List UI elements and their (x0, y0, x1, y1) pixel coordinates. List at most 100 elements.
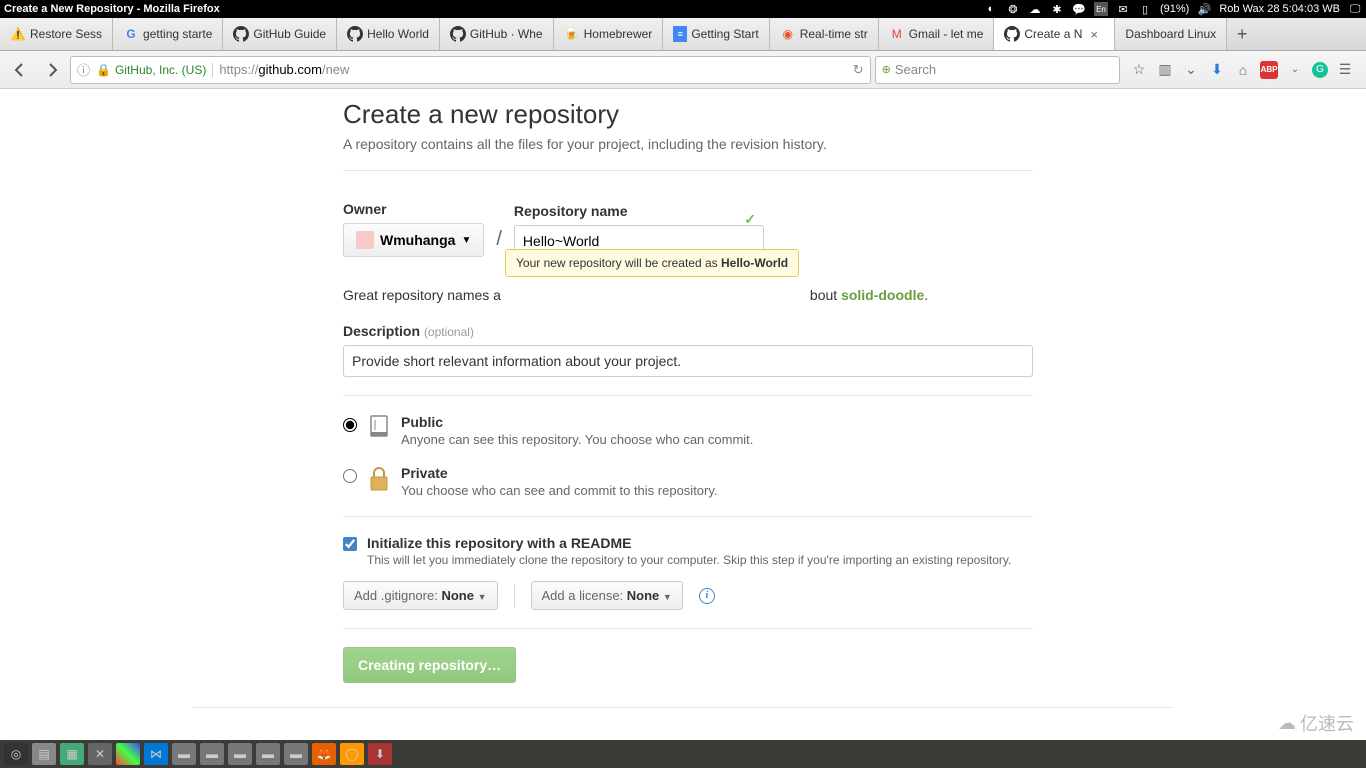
tab-realtime[interactable]: ◉Real-time str (770, 18, 879, 50)
google-icon: G (123, 26, 139, 42)
firefox-icon[interactable]: 🦊 (312, 743, 336, 765)
divider (343, 395, 1033, 396)
forward-button[interactable] (38, 56, 66, 84)
suggestion-link[interactable]: solid-doodle (841, 287, 924, 303)
tray-icon[interactable]: ☁ (1028, 2, 1042, 16)
battery-icon[interactable]: ▯ (1138, 2, 1152, 16)
adblock-icon[interactable]: ABP (1260, 61, 1278, 79)
files-icon[interactable]: ▤ (32, 743, 56, 765)
avatar (356, 231, 374, 249)
tab-restore-session[interactable]: ⚠️Restore Sess (0, 18, 113, 50)
system-menubar: Create a New Repository - Mozilla Firefo… (0, 0, 1366, 18)
create-repository-button[interactable]: Creating repository… (343, 647, 516, 683)
tab-getting-started[interactable]: Ggetting starte (113, 18, 223, 50)
dash-icon[interactable]: ◎ (4, 743, 28, 765)
grammarly-icon[interactable]: G (1312, 62, 1328, 78)
tab-hello-world[interactable]: Hello World (337, 18, 440, 50)
repo-name-tooltip: Your new repository will be created as H… (505, 249, 799, 277)
info-icon[interactable]: ⓘ (77, 60, 90, 79)
page-viewport[interactable]: Create a new repository A repository con… (0, 89, 1366, 740)
github-icon (1004, 26, 1020, 42)
lock-icon: 🔒 (96, 63, 111, 77)
gmail-icon: M (889, 26, 905, 42)
volume-icon[interactable]: 🔊 (1197, 2, 1211, 16)
vscode-icon[interactable]: ⋈ (144, 743, 168, 765)
gdoc-icon: ≡ (673, 26, 687, 42)
owner-name: Wmuhanga (380, 232, 455, 248)
visibility-private-row: Private You choose who can see and commi… (343, 465, 1033, 498)
lock-icon (367, 465, 391, 493)
site-identity[interactable]: 🔒GitHub, Inc. (US) (96, 63, 213, 77)
description-input[interactable] (343, 345, 1033, 377)
pocket-icon[interactable]: ⌄ (1182, 61, 1200, 79)
reload-icon[interactable]: ↻ (853, 62, 864, 78)
app-icon[interactable]: ◯ (340, 743, 364, 765)
tools-icon[interactable]: ✕ (88, 743, 112, 765)
public-title: Public (401, 414, 753, 430)
mail-icon[interactable]: ✉ (1116, 2, 1130, 16)
drive-icon[interactable]: ▬ (172, 743, 196, 765)
tray-icon[interactable]: ❂ (1006, 2, 1020, 16)
system-tray: ◐ ❂ ☁ ✱ 💬 En ✉ ▯ (91%) 🔊 Rob Wax 28 5:04… (984, 2, 1362, 16)
info-icon[interactable]: i (699, 588, 715, 604)
init-readme-checkbox[interactable] (343, 537, 357, 551)
library-icon[interactable]: ▥ (1156, 61, 1174, 79)
drive-icon[interactable]: ▬ (200, 743, 224, 765)
drive-icon[interactable]: ▬ (284, 743, 308, 765)
caret-down-icon: ▼ (478, 592, 487, 602)
tab-github-guide[interactable]: GitHub Guide (223, 18, 337, 50)
search-bar[interactable]: ⊕ Search (875, 56, 1120, 84)
chevron-down-icon[interactable]: ⌄ (1286, 61, 1304, 79)
page-title: Create a new repository (343, 99, 1033, 130)
tab-dashboard-linux[interactable]: Dashboard Linux (1115, 18, 1227, 50)
tab-gmail[interactable]: MGmail - let me (879, 18, 995, 50)
description-label-row: Description (optional) (343, 323, 1033, 339)
app-icon[interactable] (116, 743, 140, 765)
init-readme-row: Initialize this repository with a README… (343, 535, 1033, 567)
tray-icon[interactable]: ✱ (1050, 2, 1064, 16)
main-content: Create a new repository A repository con… (333, 89, 1033, 683)
init-readme-title: Initialize this repository with a README (367, 535, 1011, 551)
license-dropdown[interactable]: Add a license: None ▼ (531, 581, 683, 610)
cloud-icon: ☁ (1278, 713, 1296, 734)
app-icon[interactable]: ▦ (60, 743, 84, 765)
public-desc: Anyone can see this repository. You choo… (401, 432, 753, 447)
drive-icon[interactable]: ▬ (256, 743, 280, 765)
message-icon[interactable]: 💬 (1072, 2, 1086, 16)
toolbar-icons: ☆ ▥ ⌄ ⬇ ⌂ ABP ⌄ G ☰ (1124, 61, 1360, 79)
tab-getting-start[interactable]: ≡Getting Start (663, 18, 769, 50)
window-title: Create a New Repository - Mozilla Firefo… (4, 3, 984, 15)
public-radio[interactable] (343, 418, 357, 432)
owner-field: Owner Wmuhanga ▼ (343, 201, 484, 257)
tab-create-repo[interactable]: Create a N× (994, 18, 1115, 50)
divider (343, 516, 1033, 517)
bookmark-star-icon[interactable]: ☆ (1130, 61, 1148, 79)
private-title: Private (401, 465, 718, 481)
tab-homebrewer[interactable]: 🍺Homebrewer (554, 18, 664, 50)
back-button[interactable] (6, 56, 34, 84)
new-tab-button[interactable]: + (1227, 18, 1257, 50)
close-icon[interactable]: × (1090, 27, 1104, 41)
tray-icon[interactable]: ◐ (984, 2, 998, 16)
search-engine-icon[interactable]: ⊕ (882, 63, 891, 76)
keyboard-icon[interactable]: En (1094, 2, 1108, 16)
monitor-icon[interactable]: 🖵 (1348, 2, 1362, 16)
divider (514, 584, 515, 608)
private-radio[interactable] (343, 469, 357, 483)
home-icon[interactable]: ⌂ (1234, 61, 1252, 79)
downloads-icon[interactable]: ⬇ (1208, 61, 1226, 79)
taskbar: ◎ ▤ ▦ ✕ ⋈ ▬ ▬ ▬ ▬ ▬ 🦊 ◯ ⬇ (0, 740, 1366, 768)
tab-github-where[interactable]: GitHub · Whe (440, 18, 554, 50)
check-icon: ✓ (744, 211, 756, 228)
menu-icon[interactable]: ☰ (1336, 61, 1354, 79)
repo-name-label: Repository name (514, 203, 764, 219)
app-icon[interactable]: ⬇ (368, 743, 392, 765)
gitignore-dropdown[interactable]: Add .gitignore: None ▼ (343, 581, 498, 610)
drive-icon[interactable]: ▬ (228, 743, 252, 765)
owner-dropdown[interactable]: Wmuhanga ▼ (343, 223, 484, 257)
warning-icon: ⚠️ (10, 26, 26, 42)
divider (343, 628, 1033, 629)
caret-down-icon: ▼ (663, 592, 672, 602)
description-label: Description (343, 323, 420, 339)
url-bar[interactable]: ⓘ 🔒GitHub, Inc. (US) https://github.com/… (70, 56, 871, 84)
